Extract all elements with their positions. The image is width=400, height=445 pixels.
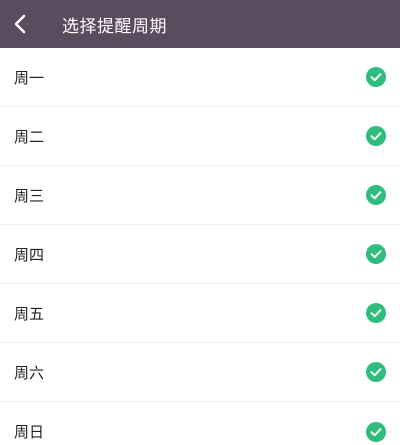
day-label: 周三: [14, 186, 45, 205]
check-circle-icon: [366, 244, 386, 264]
check-circle-icon: [366, 185, 386, 205]
day-list: 周一 周二 周三 周四 周五 周六 周日: [0, 48, 400, 445]
app-screen: 选择提醒周期 周一 周二 周三 周四 周五 周六 周日: [0, 0, 400, 445]
day-row-tuesday[interactable]: 周二: [0, 107, 400, 166]
day-label: 周五: [14, 304, 45, 323]
check-circle-icon: [366, 126, 386, 146]
chevron-left-icon: [14, 14, 26, 34]
check-circle-icon: [366, 421, 386, 442]
back-button[interactable]: [14, 0, 42, 48]
day-row-thursday[interactable]: 周四: [0, 225, 400, 284]
app-header: 选择提醒周期: [0, 0, 400, 48]
day-row-sunday[interactable]: 周日: [0, 402, 400, 445]
page-title: 选择提醒周期: [62, 16, 167, 37]
day-label: 周四: [14, 245, 45, 264]
day-label: 周二: [14, 127, 45, 146]
check-circle-icon: [366, 303, 386, 323]
day-row-friday[interactable]: 周五: [0, 284, 400, 343]
day-row-saturday[interactable]: 周六: [0, 343, 400, 402]
check-circle-icon: [366, 67, 386, 87]
day-row-wednesday[interactable]: 周三: [0, 166, 400, 225]
check-circle-icon: [366, 362, 386, 382]
day-label: 周日: [14, 423, 45, 441]
day-row-monday[interactable]: 周一: [0, 48, 400, 107]
day-label: 周六: [14, 363, 45, 382]
day-label: 周一: [14, 68, 45, 87]
